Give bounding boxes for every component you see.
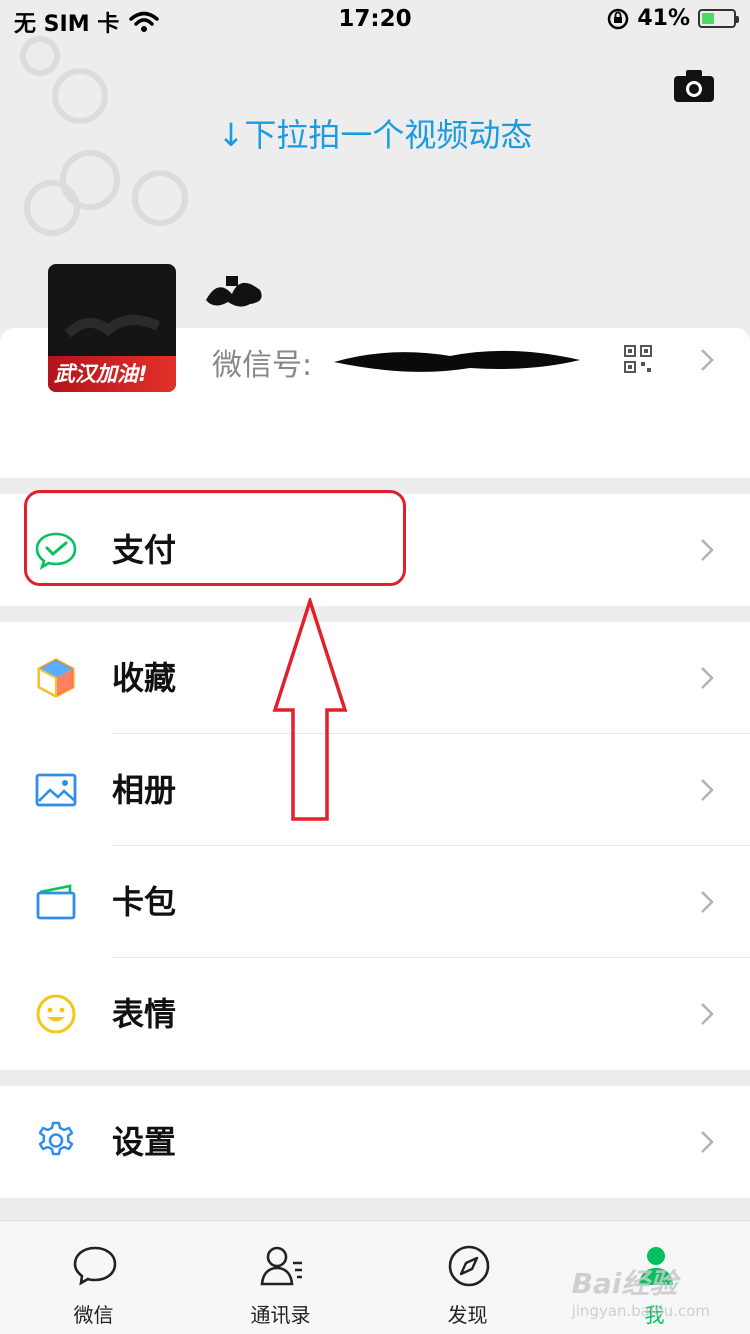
chevron-right-icon[interactable] xyxy=(700,348,714,372)
avatar-banner: 武汉加油! xyxy=(48,356,176,392)
settings-group: 设置 xyxy=(0,1086,750,1198)
annotation-highlight-box xyxy=(24,490,406,586)
menu-item-cards[interactable]: 卡包 xyxy=(0,846,750,958)
menu-item-label: 表情 xyxy=(112,995,177,1033)
menu-item-label: 相册 xyxy=(112,771,177,809)
decor-circle xyxy=(20,36,60,76)
avatar-banner-text: 武汉加油! xyxy=(54,362,148,386)
camera-icon[interactable] xyxy=(674,70,714,102)
tab-label: 微信 xyxy=(73,1303,114,1327)
album-picture-icon xyxy=(35,773,77,807)
chevron-right-icon xyxy=(701,667,714,689)
smiley-icon xyxy=(36,994,76,1034)
favorites-cube-icon xyxy=(37,658,75,698)
chevron-right-icon xyxy=(701,1003,714,1025)
baidu-jingyan-watermark: Bai经验 jingyan.baidu.com xyxy=(572,1262,710,1320)
gear-icon xyxy=(38,1121,74,1156)
menu-item-label: 设置 xyxy=(112,1123,177,1161)
menu-item-stickers[interactable]: 表情 xyxy=(0,958,750,1070)
compass-icon xyxy=(448,1245,490,1287)
contacts-icon xyxy=(260,1246,302,1286)
chevron-right-icon xyxy=(701,779,714,801)
annotation-up-arrow xyxy=(272,598,348,821)
tab-contacts[interactable]: 通讯录 xyxy=(187,1221,374,1334)
chevron-right-icon xyxy=(701,539,714,561)
decor-circle xyxy=(24,180,80,236)
pull-down-video-hint[interactable]: ↓下拉拍一个视频动态 xyxy=(0,110,750,156)
avatar[interactable]: 武汉加油! xyxy=(48,264,176,392)
avatar-scribble xyxy=(64,315,161,338)
menu-item-album[interactable]: 相册 xyxy=(0,734,750,846)
wechat-id-label: 微信号: xyxy=(212,348,313,383)
card-wallet-icon xyxy=(36,884,76,920)
chevron-right-icon xyxy=(701,1131,714,1153)
main-menu-group: 收藏 相册 卡包 表情 xyxy=(0,622,750,1070)
qr-code-icon[interactable] xyxy=(624,345,652,373)
wechat-id-redacted xyxy=(334,350,580,372)
watermark-subtext: jingyan.baidu.com xyxy=(571,1302,710,1320)
menu-item-label: 卡包 xyxy=(112,883,177,921)
nickname-redacted xyxy=(206,276,262,307)
battery-percent: 41% xyxy=(637,6,690,31)
tab-chats[interactable]: 微信 xyxy=(0,1221,187,1334)
decor-circle xyxy=(132,170,188,226)
orientation-lock-icon xyxy=(608,8,629,29)
menu-item-favorites[interactable]: 收藏 xyxy=(0,622,750,734)
menu-item-settings[interactable]: 设置 xyxy=(0,1086,750,1198)
tab-discover[interactable]: 发现 xyxy=(374,1221,561,1334)
tab-label: 发现 xyxy=(447,1303,488,1327)
watermark-text: Bai经验 xyxy=(571,1267,678,1300)
tab-label: 通讯录 xyxy=(250,1303,311,1327)
status-bar: 无 SIM 卡 17:20 41% xyxy=(0,0,750,40)
battery-icon xyxy=(698,9,739,28)
chat-bubble-icon xyxy=(73,1246,117,1286)
chevron-right-icon xyxy=(701,891,714,913)
menu-item-label: 收藏 xyxy=(112,659,177,697)
